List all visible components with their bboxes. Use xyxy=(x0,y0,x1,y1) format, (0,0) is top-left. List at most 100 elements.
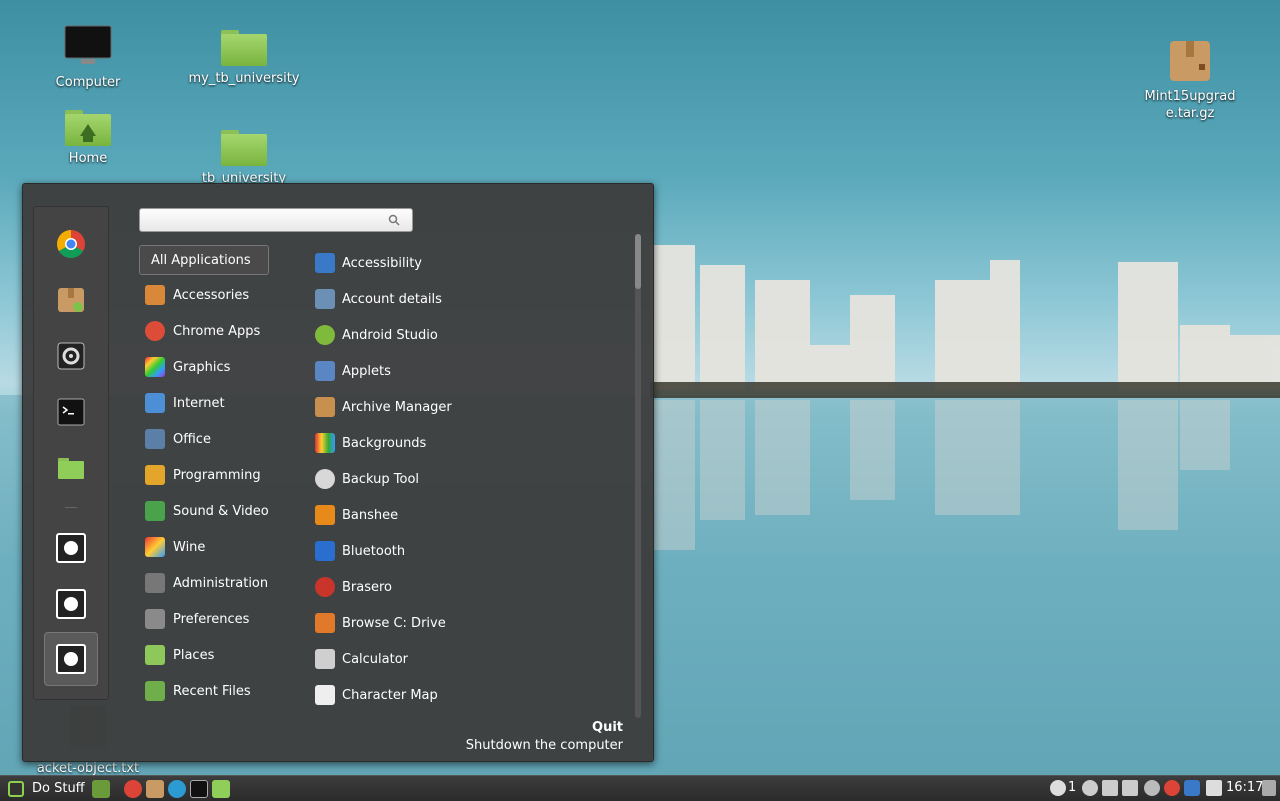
category-label: Sound & Video xyxy=(173,503,269,519)
backgrounds-icon xyxy=(315,433,335,453)
category-programming[interactable]: Programming xyxy=(139,460,269,490)
folder-icon xyxy=(221,130,267,166)
app-banshee[interactable]: Banshee xyxy=(315,500,575,530)
preferences-icon xyxy=(145,609,165,629)
app-label: Brasero xyxy=(342,579,393,595)
desktop-icon-computer[interactable]: Computer xyxy=(28,24,148,91)
search-input[interactable] xyxy=(139,208,413,232)
backup-tool-icon xyxy=(315,469,335,489)
favorite-package-installer[interactable] xyxy=(54,283,88,317)
folder-icon xyxy=(58,458,84,479)
dropbox-icon[interactable] xyxy=(1206,780,1222,796)
app-launcher-icon[interactable] xyxy=(168,780,186,798)
app-brasero[interactable]: Brasero xyxy=(315,572,575,602)
category-label: Wine xyxy=(173,539,206,555)
app-character-map[interactable]: Character Map xyxy=(315,680,575,710)
category-label: Recent Files xyxy=(173,683,251,699)
app-applets[interactable]: Applets xyxy=(315,356,575,386)
app-backup-tool[interactable]: Backup Tool xyxy=(315,464,575,494)
category-internet[interactable]: Internet xyxy=(139,388,269,418)
desktop-icon-home[interactable]: Home xyxy=(28,110,148,167)
category-label: Chrome Apps xyxy=(173,323,261,339)
app-list-scrollbar[interactable] xyxy=(635,234,641,718)
network-icon[interactable] xyxy=(1102,780,1118,796)
terminal-launcher-icon[interactable] xyxy=(190,780,208,798)
category-accessories[interactable]: Accessories xyxy=(139,280,269,310)
category-office[interactable]: Office xyxy=(139,424,269,454)
category-label: Office xyxy=(173,431,211,447)
category-wine[interactable]: Wine xyxy=(139,532,269,562)
notifications-icon[interactable] xyxy=(1050,780,1066,796)
category-administration[interactable]: Administration xyxy=(139,568,269,598)
package-launcher-icon[interactable] xyxy=(146,780,164,798)
bluetooth-icon xyxy=(315,541,335,561)
hangouts-icon[interactable] xyxy=(1144,780,1160,796)
account-details-icon xyxy=(315,289,335,309)
mint-logo-icon xyxy=(8,780,24,797)
app-android-studio[interactable]: Android Studio xyxy=(315,320,575,350)
desktop-icon-tb-university[interactable]: tb_university xyxy=(184,130,304,187)
app-label: Browse C: Drive xyxy=(342,615,446,631)
category-graphics[interactable]: Graphics xyxy=(139,352,269,382)
logout-button[interactable] xyxy=(54,587,88,621)
menu-button[interactable]: Do Stuff xyxy=(2,776,91,801)
notification-count: 1 xyxy=(1068,780,1077,795)
category-recent-files[interactable]: Recent Files xyxy=(139,676,269,706)
app-label: Backup Tool xyxy=(342,471,420,487)
desktop-icon-label: my_tb_university xyxy=(188,71,300,86)
character-map-icon xyxy=(315,685,335,705)
android-studio-icon xyxy=(315,325,335,345)
show-desktop-icon[interactable] xyxy=(92,780,110,798)
office-icon xyxy=(145,429,165,449)
category-places[interactable]: Places xyxy=(139,640,269,670)
category-label: Preferences xyxy=(173,611,250,627)
favorites-pane xyxy=(33,206,109,700)
scrollbar-thumb[interactable] xyxy=(635,234,641,289)
category-label: Internet xyxy=(173,395,225,411)
app-bluetooth[interactable]: Bluetooth xyxy=(315,536,575,566)
home-folder-icon xyxy=(65,110,111,146)
wine-icon xyxy=(145,537,165,557)
chrome-icon xyxy=(57,230,85,258)
chrome-tray-icon[interactable] xyxy=(1164,780,1180,796)
places-folder-icon xyxy=(145,645,165,665)
terminal-icon xyxy=(57,398,85,426)
desktop-icon-my-tb-university[interactable]: my_tb_university xyxy=(184,30,304,87)
clock[interactable]: 16:17 xyxy=(1226,780,1263,795)
app-label: Bluetooth xyxy=(342,543,406,559)
lock-screen-button[interactable] xyxy=(54,531,88,565)
show-desktop-tray-icon[interactable] xyxy=(1262,780,1276,796)
category-preferences[interactable]: Preferences xyxy=(139,604,269,634)
graphics-icon xyxy=(145,357,165,377)
desktop-icon-mint15upgrade[interactable]: Mint15upgrade.tar.gz xyxy=(1130,38,1250,122)
favorite-chrome[interactable] xyxy=(54,227,88,261)
app-accessibility[interactable]: Accessibility xyxy=(315,248,575,278)
app-backgrounds[interactable]: Backgrounds xyxy=(315,428,575,458)
folder-icon xyxy=(221,30,267,66)
shutdown-icon xyxy=(56,644,86,674)
category-all-applications[interactable]: All Applications xyxy=(139,245,269,275)
app-label: Android Studio xyxy=(342,327,438,343)
chrome-launcher-icon[interactable] xyxy=(124,780,142,798)
category-chrome-apps[interactable]: Chrome Apps xyxy=(139,316,269,346)
logout-icon xyxy=(56,589,86,619)
volume-icon[interactable] xyxy=(1122,780,1138,796)
programming-icon xyxy=(145,465,165,485)
calculator-icon xyxy=(315,649,335,669)
favorite-files[interactable] xyxy=(54,451,88,485)
update-shield-icon[interactable] xyxy=(1184,780,1200,796)
category-sound-video[interactable]: Sound & Video xyxy=(139,496,269,526)
lock-screen-icon xyxy=(56,533,86,563)
favorite-terminal[interactable] xyxy=(54,395,88,429)
folder-launcher-icon[interactable] xyxy=(212,780,230,798)
app-browse-c-drive[interactable]: Browse C: Drive xyxy=(315,608,575,638)
favorite-system-settings[interactable] xyxy=(54,339,88,373)
app-label: Calculator xyxy=(342,651,409,667)
app-archive-manager[interactable]: Archive Manager xyxy=(315,392,575,422)
shutdown-button[interactable] xyxy=(44,632,98,686)
app-calculator[interactable]: Calculator xyxy=(315,644,575,674)
search-icon xyxy=(388,214,400,226)
app-account-details[interactable]: Account details xyxy=(315,284,575,314)
category-label: Administration xyxy=(173,575,269,591)
user-icon[interactable] xyxy=(1082,780,1098,796)
